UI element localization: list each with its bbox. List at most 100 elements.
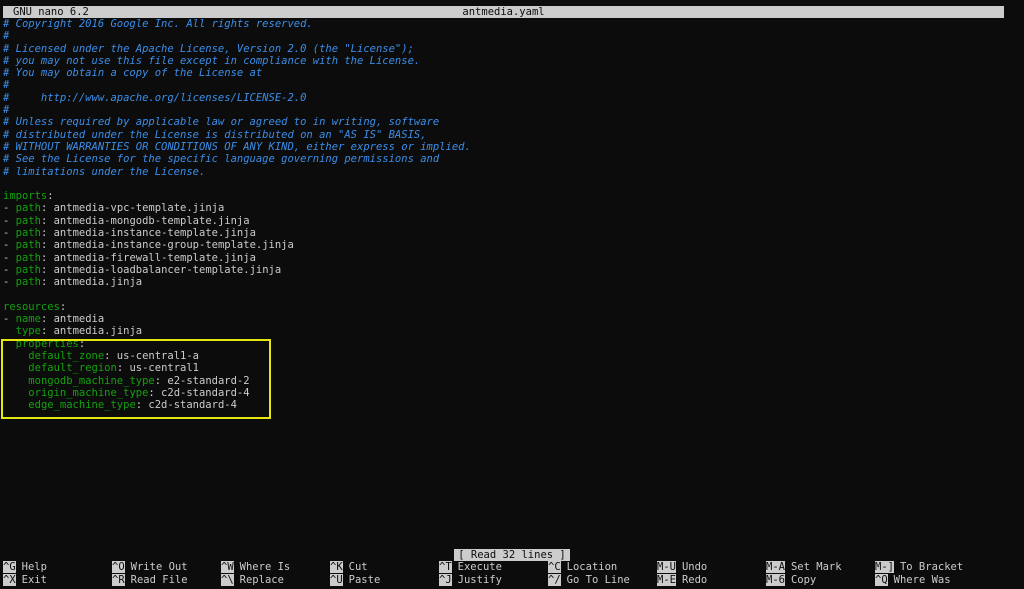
shortcut-key: M-A bbox=[766, 561, 785, 573]
line-prefix: - bbox=[3, 263, 16, 276]
shortcut-label: Replace bbox=[239, 573, 284, 586]
yaml-key: path bbox=[15, 214, 41, 227]
shortcut-undo[interactable]: M-U Undo bbox=[657, 561, 707, 573]
shortcut-label: Paste bbox=[348, 573, 381, 586]
yaml-key: resources bbox=[3, 300, 60, 313]
editor-line: - path: antmedia.jinja bbox=[3, 276, 1021, 288]
shortcut-key: ^O bbox=[112, 561, 125, 573]
shortcut-write-out[interactable]: ^O Write Out bbox=[112, 561, 188, 573]
status-bar: [ Read 32 lines ] bbox=[0, 549, 1024, 561]
editor-line: # Licensed under the Apache License, Ver… bbox=[3, 43, 1021, 55]
comment-text: # bbox=[3, 79, 10, 92]
shortcut-execute[interactable]: ^T Execute bbox=[439, 561, 502, 573]
shortcut-key: ^Q bbox=[875, 573, 888, 586]
shortcut-key: ^K bbox=[330, 561, 343, 573]
shortcut-paste[interactable]: ^U Paste bbox=[330, 573, 381, 586]
shortcut-key: ^W bbox=[221, 561, 234, 573]
shortcut-label: Go To Line bbox=[566, 573, 630, 586]
yaml-key: name bbox=[15, 313, 41, 326]
editor-line: # You may obtain a copy of the License a… bbox=[3, 67, 1021, 79]
editor-line: imports: bbox=[3, 190, 1021, 202]
yaml-key: path bbox=[15, 227, 41, 240]
shortcut-key: M-E bbox=[657, 573, 676, 586]
line-prefix: - bbox=[3, 313, 16, 326]
yaml-value: antmedia.jinja bbox=[47, 276, 143, 289]
shortcut-label: Cut bbox=[348, 561, 368, 573]
shortcut-key: ^U bbox=[330, 573, 343, 586]
shortcut-label: Location bbox=[566, 561, 618, 573]
yaml-key: path bbox=[15, 263, 41, 276]
shortcut-key: ^/ bbox=[548, 573, 561, 586]
yaml-key: path bbox=[15, 239, 41, 252]
status-message: [ Read 32 lines ] bbox=[454, 549, 570, 561]
editor-line: # Unless required by applicable law or a… bbox=[3, 116, 1021, 128]
shortcut-where-is[interactable]: ^W Where Is bbox=[221, 561, 290, 573]
shortcut-set-mark[interactable]: M-A Set Mark bbox=[766, 561, 842, 573]
yaml-value: antmedia-instance-group-template.jinja bbox=[47, 239, 294, 252]
shortcut-label: Undo bbox=[681, 561, 708, 573]
yaml-value: antmedia.jinja bbox=[47, 325, 143, 338]
editor-line: - path: antmedia-instance-group-template… bbox=[3, 239, 1021, 251]
editor-line: resources: bbox=[3, 301, 1021, 313]
yaml-value: antmedia bbox=[47, 313, 105, 326]
comment-text: # bbox=[3, 104, 10, 117]
shortcut-redo[interactable]: M-E Redo bbox=[657, 573, 708, 586]
shortcut-key: ^T bbox=[439, 561, 452, 573]
comment-text: # See the License for the specific langu… bbox=[3, 153, 440, 166]
editor-line: - path: antmedia-mongodb-template.jinja bbox=[3, 215, 1021, 227]
editor-line: - path: antmedia-loadbalancer-template.j… bbox=[3, 264, 1021, 276]
editor-line: # bbox=[3, 79, 1021, 91]
line-prefix: - bbox=[3, 276, 16, 289]
comment-text: # http://www.apache.org/licenses/LICENSE… bbox=[3, 91, 307, 104]
file-name: antmedia.yaml bbox=[462, 6, 545, 18]
shortcut-where-was[interactable]: ^Q Where Was bbox=[875, 573, 951, 586]
comment-text: # limitations under the License. bbox=[3, 165, 206, 178]
editor-line: - path: antmedia-vpc-template.jinja bbox=[3, 202, 1021, 214]
yaml-key: type bbox=[15, 325, 41, 338]
editor-line: # distributed under the License is distr… bbox=[3, 129, 1021, 141]
editor-line: # you may not use this file except in co… bbox=[3, 55, 1021, 67]
yaml-value: antmedia-mongodb-template.jinja bbox=[47, 214, 250, 227]
shortcut-label: Where Was bbox=[893, 573, 951, 586]
comment-text: # bbox=[3, 30, 10, 43]
shortcut-help[interactable]: ^G Help bbox=[3, 561, 47, 573]
shortcut-label: Where Is bbox=[239, 561, 291, 573]
shortcut-label: Help bbox=[21, 561, 47, 573]
editor-line: - name: antmedia bbox=[3, 313, 1021, 325]
yaml-key: imports bbox=[3, 190, 48, 203]
shortcut-key: ^J bbox=[439, 573, 452, 586]
shortcut-exit[interactable]: ^X Exit bbox=[3, 573, 47, 586]
shortcut-label: Set Mark bbox=[790, 561, 842, 573]
editor-line: # See the License for the specific langu… bbox=[3, 153, 1021, 165]
line-prefix: - bbox=[3, 214, 16, 227]
editor-line: # bbox=[3, 104, 1021, 116]
shortcut-justify[interactable]: ^J Justify bbox=[439, 573, 502, 586]
shortcut-cut[interactable]: ^K Cut bbox=[330, 561, 368, 573]
comment-text: # WITHOUT WARRANTIES OR CONDITIONS OF AN… bbox=[3, 140, 471, 153]
line-prefix: - bbox=[3, 251, 16, 264]
terminal-window: GNU nano 6.2 antmedia.yaml # Copyright 2… bbox=[0, 0, 1024, 589]
editor-line: # WITHOUT WARRANTIES OR CONDITIONS OF AN… bbox=[3, 141, 1021, 153]
shortcut-label: Redo bbox=[681, 573, 708, 586]
yaml-key: path bbox=[15, 251, 41, 264]
shortcut-key: M-6 bbox=[766, 573, 785, 586]
shortcut-label: Read File bbox=[130, 573, 188, 586]
shortcut-key: ^C bbox=[548, 561, 561, 573]
editor-line: # http://www.apache.org/licenses/LICENSE… bbox=[3, 92, 1021, 104]
shortcut-label: Execute bbox=[457, 561, 502, 573]
shortcut-location[interactable]: ^C Location bbox=[548, 561, 617, 573]
editor-line: type: antmedia.jinja bbox=[3, 325, 1021, 337]
editor-line: - path: antmedia-instance-template.jinja bbox=[3, 227, 1021, 239]
shortcut-copy[interactable]: M-6 Copy bbox=[766, 573, 816, 586]
shortcut-to-bracket[interactable]: M-] To Bracket bbox=[875, 561, 963, 573]
shortcut-label: Justify bbox=[457, 573, 502, 586]
shortcut-go-to-line[interactable]: ^/ Go To Line bbox=[548, 573, 630, 586]
yaml-colon: : bbox=[47, 190, 54, 203]
shortcut-replace[interactable]: ^\ Replace bbox=[221, 573, 284, 586]
shortcut-label: To Bracket bbox=[899, 561, 964, 573]
shortcut-read-file[interactable]: ^R Read File bbox=[112, 573, 188, 586]
yaml-key: path bbox=[15, 276, 41, 289]
shortcut-key: M-] bbox=[875, 561, 894, 573]
